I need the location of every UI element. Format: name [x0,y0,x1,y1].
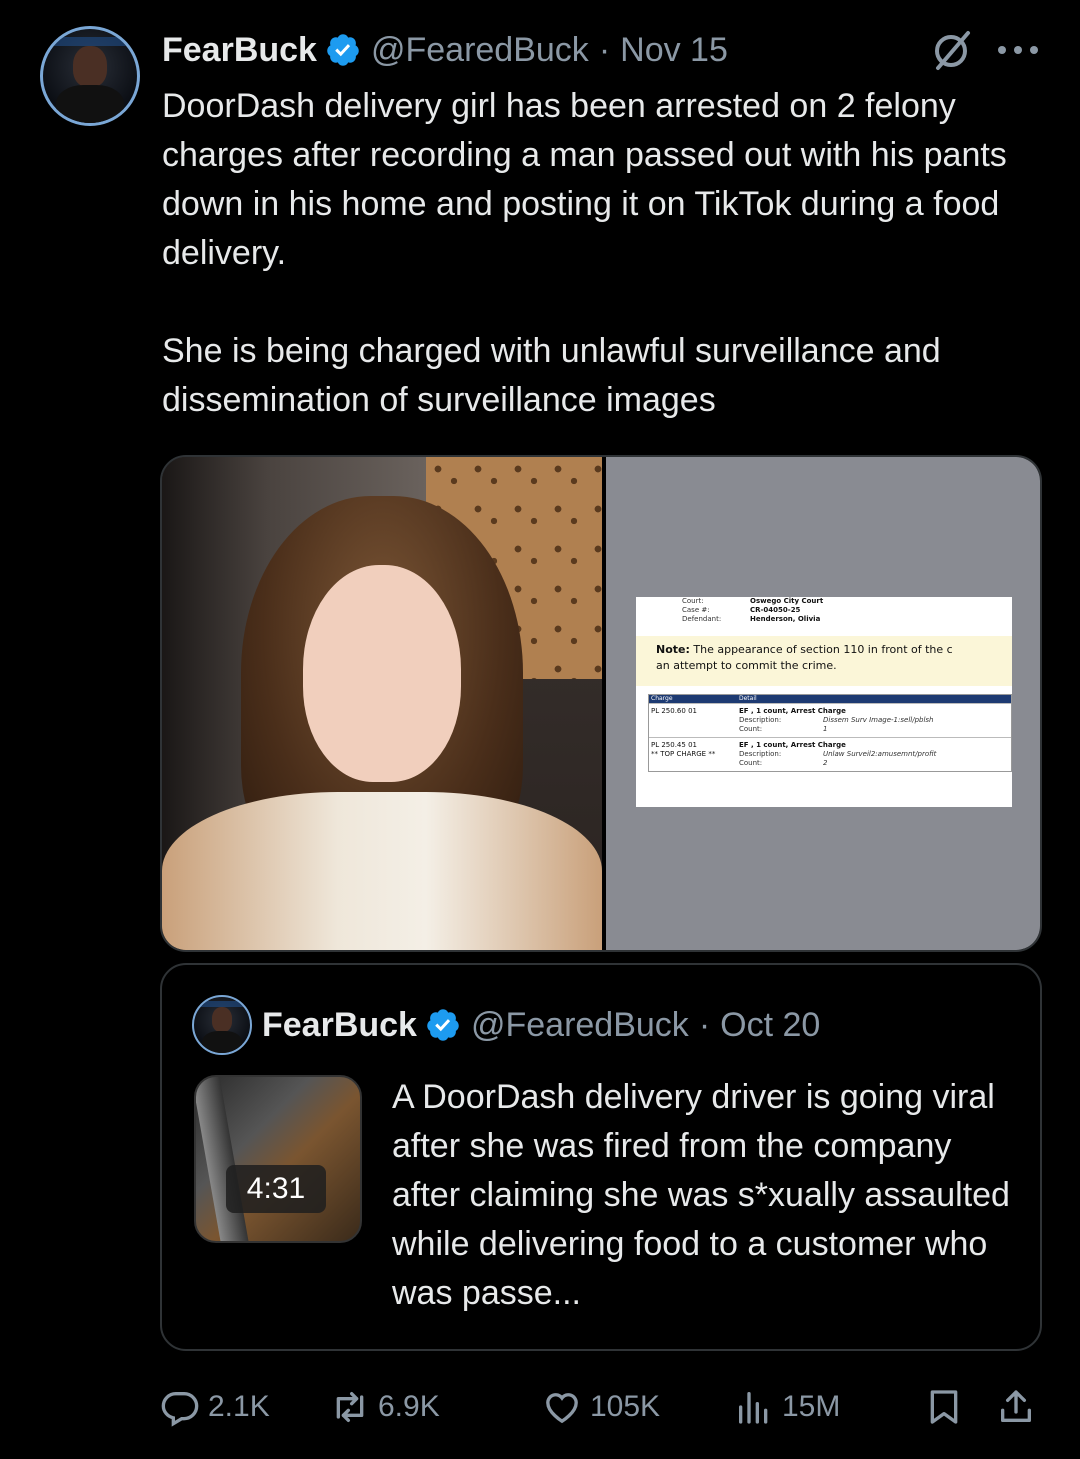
more-icon[interactable] [998,46,1038,56]
doc-desc-value: Unlaw Surveil2:amusemnt/profit [823,750,937,758]
reply-icon [161,1392,199,1427]
tweet-header: FearBuck @FearedBuck · Nov 15 [162,28,728,72]
doc-court-label: Court: [682,597,704,605]
doc-charge-table: Charge Detail PL 250.60 01 EF , 1 count, … [648,694,1012,772]
tweet-text: DoorDash delivery girl has been arrested… [162,82,1062,474]
doc-desc-label: Description: [739,750,782,758]
quoted-video-thumbnail[interactable]: 4:31 [194,1075,362,1243]
doc-note-line2: an attempt to commit the crime. [656,659,837,672]
verified-badge-icon [327,34,359,66]
quoted-date: Oct 20 [720,1005,821,1044]
doc-note-line1: The appearance of section 110 in front o… [693,643,953,656]
share-icon[interactable] [996,1387,1036,1427]
quoted-header: FearBuck @FearedBuck · Oct 20 [262,1003,820,1047]
doc-defendant-value: Henderson, Olivia [750,615,821,623]
doc-charge-detail: EF , 1 count, Arrest Charge [739,707,846,715]
doc-count-value: 2 [823,759,828,767]
doc-charge-row: PL 250.45 01 ** TOP CHARGE ** EF , 1 coun… [649,737,1011,771]
doc-charge-code: PL 250.60 01 [651,707,697,715]
tweet-date[interactable]: Nov 15 [620,31,728,70]
like-button[interactable]: 105K [542,1382,660,1432]
quoted-text: A DoorDash delivery driver is going vira… [392,1078,1010,1312]
repost-icon [336,1392,364,1422]
tweet-paragraph-2: She is being charged with unlawful surve… [162,332,941,419]
views-button[interactable]: 15M [734,1382,840,1432]
tweet-paragraph-1: DoorDash delivery girl has been arrested… [162,87,1007,272]
grok-icon[interactable] [930,28,974,72]
doc-charge-detail: EF , 1 count, Arrest Charge [739,741,846,749]
doc-court-value: Oswego City Court [750,597,824,605]
author-handle[interactable]: @FearedBuck [371,31,589,70]
woman-photo[interactable] [162,457,602,950]
reply-count: 2.1K [208,1390,270,1423]
doc-count-label: Count: [739,759,763,767]
like-icon [546,1393,578,1424]
quoted-author-avatar[interactable] [192,995,252,1055]
doc-note: Note: The appearance of section 110 in f… [636,636,1012,686]
court-document: Court: Oswego City Court Case #: CR-04050-… [636,597,1012,807]
tweet-media[interactable]: Court: Oswego City Court Case #: CR-04050-… [160,455,1042,952]
repost-button[interactable]: 6.9K [330,1382,440,1432]
separator-dot: · [698,1005,711,1044]
doc-desc-label: Description: [739,716,782,724]
doc-note-bold: Note: [656,643,690,656]
doc-defendant-label: Defendant: [682,615,722,623]
court-document-photo[interactable]: Court: Oswego City Court Case #: CR-04050-… [606,457,1040,950]
views-icon [739,1392,768,1424]
author-avatar[interactable] [40,26,140,126]
quoted-author-handle: @FearedBuck [470,1005,689,1044]
doc-col-detail: Detail [739,695,757,702]
quoted-author-name: FearBuck [262,1005,417,1044]
author-name[interactable]: FearBuck [162,31,317,70]
bookmark-icon[interactable] [924,1387,964,1427]
doc-count-label: Count: [739,725,763,733]
doc-case-label: Case #: [682,606,710,614]
doc-top-charge: ** TOP CHARGE ** [651,750,716,758]
reply-button[interactable]: 2.1K [160,1382,270,1432]
doc-charge-code: PL 250.45 01 [651,741,697,749]
repost-count: 6.9K [378,1390,440,1423]
doc-case-value: CR-04050-25 [750,606,801,614]
quoted-tweet[interactable]: FearBuck @FearedBuck · Oct 20 4:31 A Doo… [160,963,1042,1351]
separator-dot: · [598,30,611,69]
doc-charge-row: PL 250.60 01 EF , 1 count, Arrest Charge… [649,703,1011,737]
doc-count-value: 1 [823,725,828,733]
views-count: 15M [782,1390,841,1423]
video-duration-badge: 4:31 [226,1165,326,1213]
verified-badge-icon [427,1009,459,1041]
like-count: 105K [590,1390,661,1423]
doc-desc-value: Dissem Surv Image-1:sell/pblsh [823,716,934,724]
action-bar: 2.1K 6.9K 105K 15M [160,1382,1040,1432]
doc-col-charge: Charge [651,695,673,702]
